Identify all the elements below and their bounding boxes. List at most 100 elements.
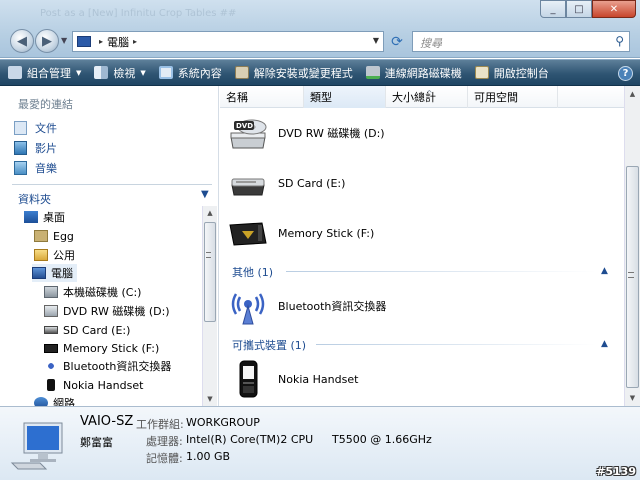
bluetooth-icon (228, 286, 268, 326)
chevron-down-icon[interactable]: ▼ (201, 189, 209, 200)
tree-item-label: SD Card (E:) (63, 323, 131, 337)
help-button[interactable]: ? (618, 66, 633, 81)
scrollbar-thumb[interactable] (204, 222, 216, 322)
scrollbar-grip-icon (628, 272, 634, 278)
tree-item-label: 公用 (53, 249, 75, 262)
tree-item-label: DVD RW 磁碟機 (D:) (63, 305, 170, 318)
scroll-down-arrow-icon[interactable]: ▼ (625, 390, 640, 406)
uninstall-button[interactable]: 解除安裝或變更程式 (234, 65, 353, 81)
breadcrumb-separator[interactable]: ▸ (99, 37, 103, 46)
favorite-label: 文件 (35, 122, 57, 135)
list-item-nokia-handset[interactable]: Nokia Handset (228, 359, 358, 399)
back-button[interactable]: ◀ (10, 29, 34, 53)
views-button[interactable]: 檢視 ▼ (94, 65, 146, 81)
control-panel-label: 開啟控制台 (493, 66, 549, 80)
collapse-group-icon[interactable]: ▲ (601, 339, 608, 349)
address-bar[interactable]: ▸ 電腦 ▸ ▼ (72, 31, 384, 52)
owner-name: 鄭富富 (80, 436, 113, 449)
organize-label: 組合管理 (27, 66, 71, 80)
column-header-type[interactable]: 類型 ^ (304, 86, 433, 108)
tree-item-label: 本機磁碟機 (C:) (63, 286, 142, 299)
organize-button[interactable]: 組合管理 ▼ (8, 65, 81, 81)
breadcrumb-separator[interactable]: ▸ (133, 37, 137, 46)
tree-item-sd-card[interactable]: SD Card (E:) (44, 321, 130, 339)
collapse-group-icon[interactable]: ▲ (601, 266, 608, 276)
local-disk-icon (44, 286, 58, 298)
group-divider (286, 271, 596, 272)
tree-item-desktop[interactable]: 桌面 (24, 208, 65, 226)
tree-item-local-disk[interactable]: 本機磁碟機 (C:) (44, 283, 141, 301)
search-icon[interactable]: ⚲ (615, 34, 624, 48)
tree-item-bluetooth[interactable]: Bluetooth資訊交換器 (44, 357, 171, 375)
tree-item-public[interactable]: 公用 (34, 246, 75, 264)
recent-pages-dropdown[interactable]: ▼ (61, 36, 67, 45)
scroll-up-arrow-icon[interactable]: ▲ (203, 206, 217, 220)
music-icon (14, 161, 27, 175)
file-list-scrollbar[interactable]: ▲ ▼ (624, 86, 640, 406)
tree-item-network[interactable]: 網路 (34, 394, 75, 406)
tree-item-nokia-handset[interactable]: Nokia Handset (44, 376, 143, 394)
group-header-other[interactable]: 其他 (1) (232, 264, 273, 280)
tree-item-computer[interactable]: 電腦 (32, 264, 77, 282)
tree-item-egg[interactable]: Egg (34, 227, 74, 245)
refresh-icon: ⟳ (391, 34, 403, 50)
folder-tree-scrollbar[interactable]: ▲ ▼ (202, 206, 217, 406)
memory-label: 記憶體: (146, 452, 183, 465)
list-item-label: Memory Stick (F:) (278, 226, 375, 240)
group-divider (316, 344, 596, 345)
list-item-bluetooth[interactable]: Bluetooth資訊交換器 (228, 286, 386, 326)
computer-name: VAIO-SZ (80, 414, 134, 429)
processor-model: T5500 @ 1.66GHz (332, 433, 432, 446)
column-header-row: 名稱 類型 ^ 大小總計 可用空間 (220, 86, 624, 108)
favorite-label: 影片 (35, 142, 57, 155)
search-input[interactable]: 搜尋 (420, 35, 442, 51)
refresh-button[interactable]: ⟳ (388, 33, 406, 51)
title-bar: Post as a [New] Infinitu Crop Tables ## … (0, 0, 640, 58)
control-panel-button[interactable]: 開啟控制台 (474, 65, 549, 81)
favorite-label: 音樂 (35, 162, 57, 175)
bluetooth-icon (44, 360, 58, 372)
favorite-link-pictures[interactable]: 影片 (14, 140, 57, 156)
computer-large-icon (10, 419, 66, 471)
tree-item-label: Memory Stick (F:) (63, 341, 160, 355)
favorite-link-documents[interactable]: 文件 (14, 120, 57, 136)
tree-item-label: Egg (53, 229, 74, 243)
list-item-dvd-drive[interactable]: DVD DVD RW 磁碟機 (D:) (228, 113, 385, 153)
system-properties-button[interactable]: 系統內容 (158, 65, 222, 81)
control-panel-icon (474, 66, 489, 79)
sd-card-icon (44, 326, 58, 334)
address-dropdown-icon[interactable]: ▼ (373, 36, 379, 45)
sd-card-icon (228, 163, 268, 203)
phone-icon (47, 379, 55, 391)
column-header-total-size[interactable]: 大小總計 (386, 86, 468, 108)
group-header-portable-devices[interactable]: 可攜式裝置 (1) (232, 337, 306, 353)
uninstall-label: 解除安裝或變更程式 (253, 66, 353, 80)
tree-item-label: 桌面 (43, 211, 65, 224)
breadcrumb-computer[interactable]: 電腦 (107, 34, 129, 50)
favorite-link-music[interactable]: 音樂 (14, 160, 57, 176)
tree-item-label: 網路 (53, 397, 75, 406)
column-header-name[interactable]: 名稱 (220, 86, 304, 108)
forward-button[interactable]: ▶ (35, 29, 59, 53)
back-arrow-icon: ◀ (17, 33, 27, 49)
chevron-down-icon: ▼ (76, 68, 82, 77)
minimize-button[interactable]: _ (540, 0, 566, 18)
list-item-label: Nokia Handset (278, 372, 359, 386)
list-item-sd-card[interactable]: SD Card (E:) (228, 163, 345, 203)
details-pane: VAIO-SZ 鄭富富 工作群組: WORKGROUP 處理器: Intel(R… (0, 406, 640, 480)
scroll-up-arrow-icon[interactable]: ▲ (625, 86, 640, 102)
maximize-button[interactable]: □ (566, 0, 592, 18)
search-box[interactable]: 搜尋 ⚲ (412, 31, 630, 52)
list-item-label: Bluetooth資訊交換器 (278, 300, 387, 313)
tree-item-label: 電腦 (51, 267, 73, 280)
list-item-memory-stick[interactable]: Memory Stick (F:) (228, 213, 374, 253)
computer-icon (77, 36, 91, 47)
map-drive-button[interactable]: 連線網路磁碟機 (365, 65, 462, 81)
close-button[interactable]: ✕ (592, 0, 636, 18)
tree-item-dvd-drive[interactable]: DVD RW 磁碟機 (D:) (44, 302, 170, 320)
memory-stick-icon (228, 213, 268, 253)
tree-item-memory-stick[interactable]: Memory Stick (F:) (44, 339, 159, 357)
column-header-free-space[interactable]: 可用空間 (468, 86, 558, 108)
folders-title[interactable]: 資料夾 (18, 191, 51, 207)
scroll-down-arrow-icon[interactable]: ▼ (203, 392, 217, 406)
